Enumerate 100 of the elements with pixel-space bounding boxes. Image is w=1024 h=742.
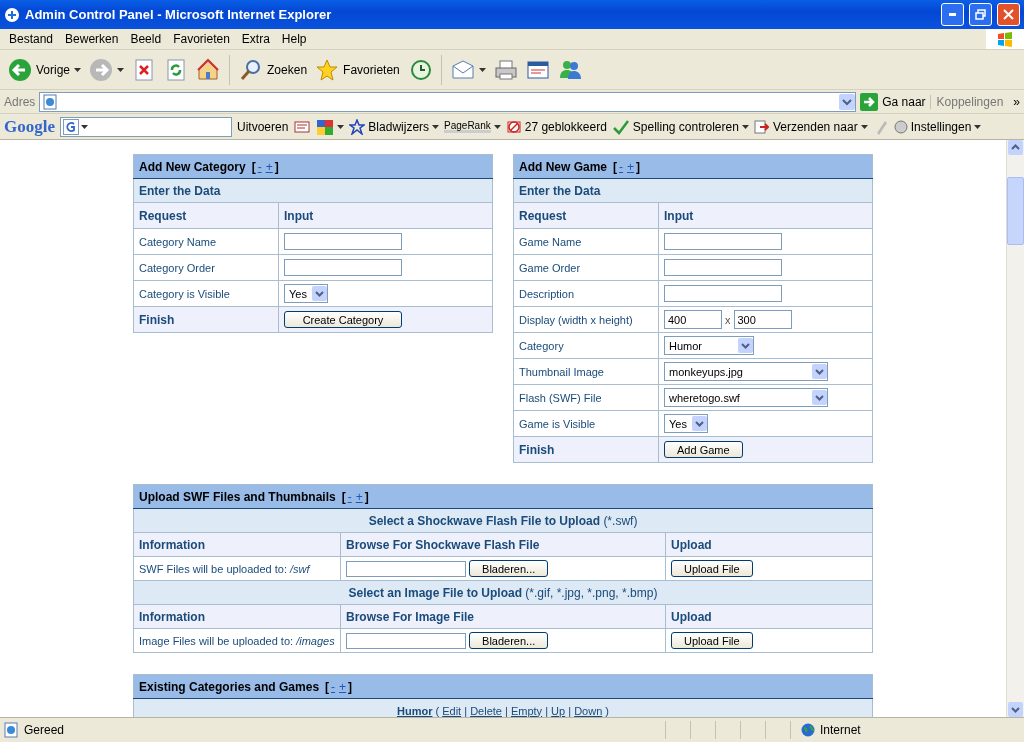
send-to-button[interactable]: Verzenden naar xyxy=(753,118,868,135)
address-field[interactable] xyxy=(39,91,857,112)
field-label: Game Order xyxy=(513,254,659,281)
check-icon xyxy=(611,118,630,135)
field-label: Category xyxy=(513,332,659,359)
minimize-button[interactable] xyxy=(941,3,964,26)
width-field[interactable]: 400 xyxy=(664,310,722,329)
select-field[interactable]: Humor xyxy=(664,336,754,355)
panel-title: Add New Category xyxy=(139,159,246,174)
column-header: Browse For Image File xyxy=(340,604,666,629)
paren: ( xyxy=(434,704,441,717)
select-field[interactable]: monkeyups.jpg xyxy=(664,362,828,381)
g-icon xyxy=(63,118,79,135)
run-button[interactable]: Uitvoeren xyxy=(237,119,289,134)
action-link[interactable]: Down xyxy=(574,704,603,717)
select-field[interactable]: wheretogo.swf xyxy=(664,388,828,407)
more-chevron[interactable]: » xyxy=(1013,94,1020,109)
action-link[interactable]: Up xyxy=(551,704,566,717)
section-heading: Select an Image File to Upload (*.gif, *.jpg, *.png, *.bmp) xyxy=(348,585,658,600)
column-header: Input xyxy=(658,202,873,229)
section-heading: Select a Shockwave Flash File to Upload (*.swf) xyxy=(368,513,638,528)
column-header: Information xyxy=(133,532,341,557)
go-button[interactable]: Ga naar xyxy=(860,92,926,111)
field-label: Game Name xyxy=(513,228,659,255)
height-field[interactable]: 300 xyxy=(733,310,792,329)
menu-item[interactable]: Favorieten xyxy=(167,32,236,46)
zone-label: Internet xyxy=(820,723,861,737)
menu-item[interactable]: Bewerken xyxy=(59,32,125,46)
bracket: [ xyxy=(251,159,256,174)
field-label: Thumbnail Image xyxy=(513,358,659,385)
expand-link[interactable]: + xyxy=(339,679,347,694)
spellcheck-button[interactable]: Spelling controleren xyxy=(611,118,749,135)
text-field[interactable] xyxy=(284,259,402,276)
action-link[interactable]: Delete xyxy=(470,704,502,717)
file-field[interactable] xyxy=(346,632,466,649)
printer-icon xyxy=(493,57,518,82)
caret-icon xyxy=(692,416,707,431)
menu-item[interactable]: Beeld xyxy=(124,32,168,46)
panel-title: Upload SWF Files and Thumbnails xyxy=(139,489,336,504)
upload-button[interactable]: Upload File xyxy=(671,560,753,577)
popup-blocker-button[interactable]: 27 geblokkeerd xyxy=(505,118,607,135)
field-label: Category is Visible xyxy=(133,280,279,307)
separator: | xyxy=(504,704,509,717)
separator: | xyxy=(544,704,550,717)
page-icon xyxy=(42,93,59,110)
settings-button[interactable]: Instellingen xyxy=(893,119,982,134)
bookmarks-button[interactable]: Bladwijzers xyxy=(349,118,440,135)
browse-button[interactable]: Bladeren... xyxy=(469,632,549,649)
menu-item[interactable]: Help xyxy=(275,32,313,46)
submit-button[interactable]: Create Category xyxy=(284,311,402,328)
column-header: Request xyxy=(513,202,659,229)
select-field[interactable]: Yes xyxy=(664,414,708,433)
pagerank-button[interactable]: PageRank xyxy=(444,120,501,133)
submit-button[interactable]: Add Game xyxy=(664,441,743,458)
menu-item[interactable]: Bestand xyxy=(3,32,60,46)
column-header: Request xyxy=(133,202,279,229)
text-field[interactable] xyxy=(284,233,402,250)
bracket: [ xyxy=(613,159,618,174)
collapse-link[interactable]: - xyxy=(257,159,262,174)
field-label: Finish xyxy=(133,306,279,333)
file-field[interactable] xyxy=(346,560,466,577)
caret-icon xyxy=(312,286,327,301)
send-icon xyxy=(753,118,770,135)
collapse-link[interactable]: - xyxy=(619,159,624,174)
dropdown-arrow-icon xyxy=(493,124,501,129)
panel-title: Existing Categories and Games xyxy=(139,679,320,694)
search-button[interactable]: Zoeken xyxy=(237,55,310,84)
select-field[interactable]: Yes xyxy=(284,284,328,303)
paren: ) xyxy=(604,704,609,717)
collapse-link[interactable]: - xyxy=(331,679,336,694)
upload-button[interactable]: Upload File xyxy=(671,632,753,649)
close-button[interactable] xyxy=(997,3,1020,26)
column-header: Upload xyxy=(665,604,873,629)
action-link[interactable]: Edit xyxy=(442,704,462,717)
scrollbar[interactable] xyxy=(1006,140,1024,717)
google-tools-button[interactable] xyxy=(316,118,345,135)
text-field[interactable] xyxy=(664,233,782,250)
panel-title: Add New Game xyxy=(519,159,608,174)
favorites-button[interactable]: Favorieten xyxy=(313,55,402,84)
restore-icon xyxy=(975,9,986,20)
text-field[interactable] xyxy=(664,285,782,302)
collapse-link[interactable]: - xyxy=(347,489,352,504)
scroll-thumb[interactable] xyxy=(1007,177,1024,245)
back-button[interactable]: Vorige xyxy=(6,55,84,84)
menu-item[interactable]: Extra xyxy=(235,32,276,46)
search-field[interactable] xyxy=(60,116,232,137)
star-icon xyxy=(349,118,366,135)
links-label[interactable]: Koppelingen xyxy=(929,94,1010,109)
bracket: ] xyxy=(364,489,369,504)
dropdown-arrow-icon xyxy=(117,67,125,72)
category-link[interactable]: Humor xyxy=(396,704,433,717)
column-header: Information xyxy=(133,604,341,629)
browse-button[interactable]: Bladeren... xyxy=(469,560,549,577)
browser-icon xyxy=(4,6,20,23)
expand-link[interactable]: + xyxy=(627,159,635,174)
news-icon[interactable] xyxy=(293,118,312,135)
separator: | xyxy=(463,704,469,717)
restore-button[interactable] xyxy=(969,3,992,26)
text-field[interactable] xyxy=(664,259,782,276)
action-link[interactable]: Empty xyxy=(510,704,543,717)
